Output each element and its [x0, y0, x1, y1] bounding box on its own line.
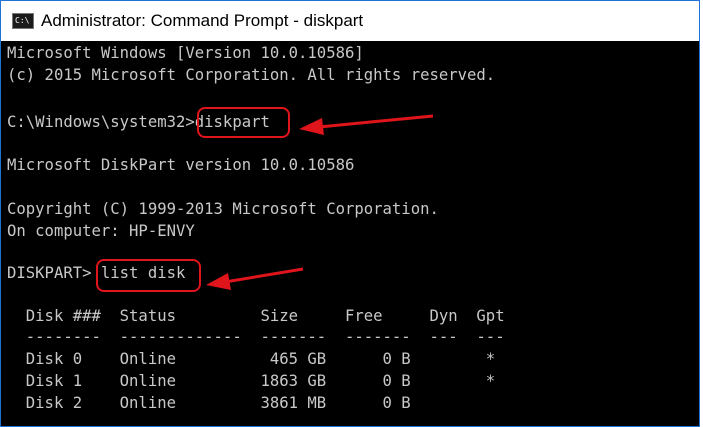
arrow-left-icon — [206, 267, 304, 290]
title-bar[interactable]: C:\ Administrator: Command Prompt - disk… — [1, 1, 699, 41]
console-output[interactable]: Microsoft Windows [Version 10.0.10586] (… — [1, 41, 699, 426]
command-prompt-window: C:\ Administrator: Command Prompt - disk… — [0, 0, 700, 427]
window-title: Administrator: Command Prompt - diskpart — [41, 11, 364, 30]
annotation-arrows — [206, 114, 434, 290]
cmd-icon[interactable]: C:\ — [12, 13, 34, 29]
cmd-icon-text: C:\ — [15, 16, 30, 25]
arrow-left-icon — [299, 114, 434, 135]
